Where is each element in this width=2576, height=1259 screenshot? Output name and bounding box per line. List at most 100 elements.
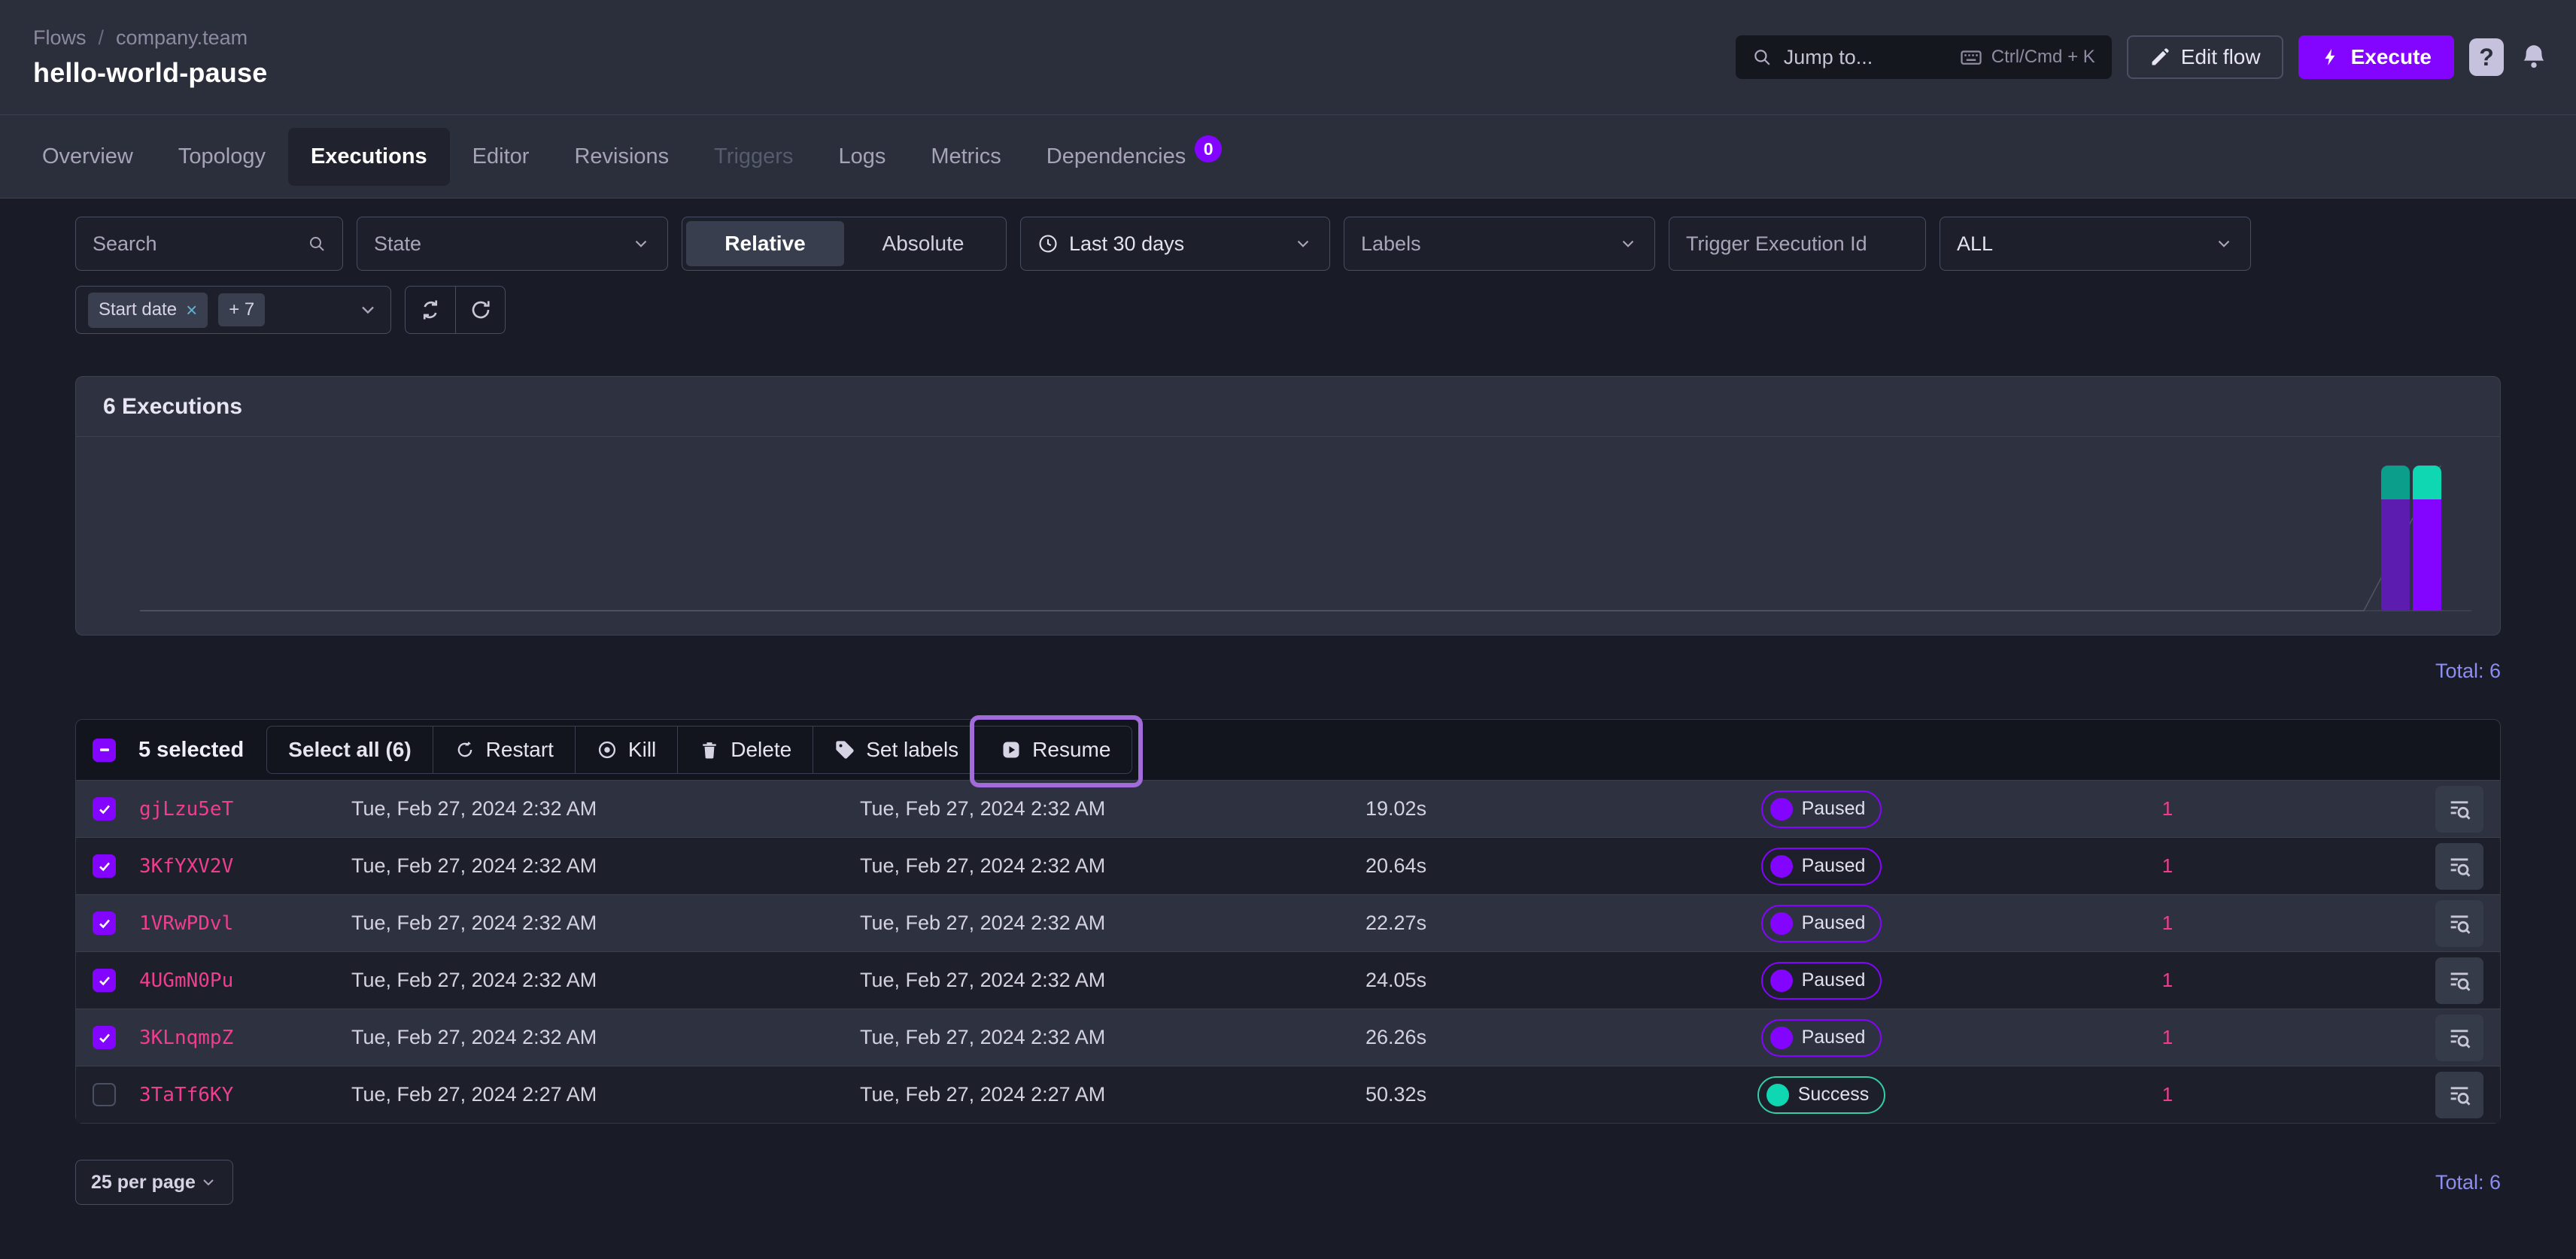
revision-cell[interactable]: 1 [1979,797,2356,821]
check-icon [97,916,112,931]
shortcut-text: Ctrl/Cmd + K [1991,47,2095,68]
execution-id-link[interactable]: 3KfYXV2V [139,855,351,878]
tab-badge: 0 [1195,135,1222,162]
edit-flow-label: Edit flow [2181,45,2261,69]
row-overview-button[interactable] [2435,786,2483,833]
executions-table: 5 selected Select all (6) Restart Kill D… [75,719,2501,1124]
tab-overview[interactable]: Overview [20,128,156,186]
labels-filter-dropdown[interactable]: Labels [1344,217,1655,271]
table-row[interactable]: 3KLnqmpZ Tue, Feb 27, 2024 2:32 AM Tue, … [76,1009,2500,1066]
select-all-button[interactable]: Select all (6) [267,727,432,773]
row-checkbox[interactable] [93,1026,116,1049]
list-search-icon [2447,1025,2472,1051]
notifications-bell-icon[interactable] [2519,42,2549,72]
end-date-cell: Tue, Feb 27, 2024 2:32 AM [860,1026,1365,1049]
execute-button[interactable]: Execute [2298,35,2454,79]
tab-revisions[interactable]: Revisions [551,128,691,186]
close-icon[interactable]: × [186,299,197,322]
revision-cell[interactable]: 1 [1979,1083,2356,1106]
execution-id-link[interactable]: 3TaTf6KY [139,1084,351,1106]
tab-executions[interactable]: Executions [288,128,450,186]
row-overview-button[interactable] [2435,957,2483,1004]
tab-topology[interactable]: Topology [156,128,288,186]
breadcrumb: Flows / company.team [33,26,267,50]
date-range-dropdown[interactable]: Last 30 days [1020,217,1330,271]
header-left: Flows / company.team hello-world-pause [33,26,267,89]
state-badge: Paused [1761,1019,1882,1057]
per-page-select[interactable]: 25 per page [75,1160,233,1205]
refresh-button[interactable] [455,287,505,333]
execution-id-link[interactable]: 3KLnqmpZ [139,1027,351,1049]
row-checkbox[interactable] [93,969,116,992]
kill-button[interactable]: Kill [575,727,677,773]
per-page-value: 25 per page [91,1172,196,1194]
visible-columns-dropdown[interactable]: Start date × + 7 [75,286,391,334]
tab-logs[interactable]: Logs [816,128,908,186]
execution-id-link[interactable]: 1VRwPDvl [139,912,351,935]
duration-cell: 26.26s [1365,1026,1663,1049]
auto-refresh-button[interactable] [406,287,455,333]
list-search-icon [2447,1082,2472,1108]
row-overview-button[interactable] [2435,1072,2483,1118]
row-checkbox[interactable] [93,854,116,878]
start-date-cell: Tue, Feb 27, 2024 2:32 AM [351,854,860,878]
breadcrumb-separator: / [99,26,105,50]
set-labels-button[interactable]: Set labels [813,727,980,773]
chevron-down-icon [1618,234,1638,253]
row-overview-button[interactable] [2435,1015,2483,1061]
table-row[interactable]: 3TaTf6KY Tue, Feb 27, 2024 2:27 AM Tue, … [76,1066,2500,1123]
table-row[interactable]: 1VRwPDvl Tue, Feb 27, 2024 2:32 AM Tue, … [76,894,2500,951]
table-row[interactable]: 3KfYXV2V Tue, Feb 27, 2024 2:32 AM Tue, … [76,837,2500,894]
top-header: Flows / company.team hello-world-pause J… [0,0,2576,114]
edit-flow-button[interactable]: Edit flow [2127,35,2283,79]
state-filter-dropdown[interactable]: State [357,217,668,271]
tab-editor[interactable]: Editor [450,128,552,186]
row-checkbox[interactable] [93,1083,116,1106]
search-input[interactable]: Search [75,217,343,271]
resume-button[interactable]: Resume [980,727,1132,773]
end-date-cell: Tue, Feb 27, 2024 2:32 AM [860,912,1365,935]
total-count-bottom: Total: 6 [2435,1171,2501,1194]
start-date-chip[interactable]: Start date × [88,293,208,328]
revision-cell[interactable]: 1 [1979,854,2356,878]
table-row[interactable]: 4UGmN0Pu Tue, Feb 27, 2024 2:32 AM Tue, … [76,951,2500,1009]
jump-to-search[interactable]: Jump to... Ctrl/Cmd + K [1736,35,2112,79]
revision-cell[interactable]: 1 [1979,969,2356,992]
refresh-button-group [405,286,506,334]
revision-cell[interactable]: 1 [1979,912,2356,935]
duration-cell: 50.32s [1365,1083,1663,1106]
tab-metrics[interactable]: Metrics [908,128,1023,186]
search-icon [308,235,326,253]
breadcrumb-flows[interactable]: Flows [33,26,87,50]
labels-filter-label: Labels [1361,232,1608,256]
scope-dropdown[interactable]: ALL [1940,217,2251,271]
restart-button[interactable]: Restart [433,727,575,773]
execution-id-link[interactable]: gjLzu5eT [139,798,351,821]
row-checkbox[interactable] [93,797,116,821]
execution-id-link[interactable]: 4UGmN0Pu [139,969,351,992]
tab-triggers[interactable]: Triggers [691,128,816,186]
end-date-cell: Tue, Feb 27, 2024 2:32 AM [860,854,1365,878]
breadcrumb-namespace[interactable]: company.team [116,26,248,50]
scope-value: ALL [1957,232,2204,256]
check-icon [97,802,112,817]
chevron-down-icon [2214,234,2234,253]
tab-dependencies[interactable]: Dependencies 0 [1024,126,1244,187]
row-checkbox[interactable] [93,912,116,935]
page-title: hello-world-pause [33,57,267,89]
help-button[interactable]: ? [2469,38,2504,76]
row-overview-button[interactable] [2435,900,2483,947]
list-search-icon [2447,968,2472,994]
table-row[interactable]: gjLzu5eT Tue, Feb 27, 2024 2:32 AM Tue, … [76,780,2500,837]
time-mode-absolute[interactable]: Absolute [844,221,1002,266]
more-filters-chip[interactable]: + 7 [218,293,265,326]
trigger-execution-id-input[interactable]: Trigger Execution Id [1669,217,1926,271]
delete-button[interactable]: Delete [677,727,813,773]
row-overview-button[interactable] [2435,843,2483,890]
start-date-cell: Tue, Feb 27, 2024 2:32 AM [351,912,860,935]
revision-cell[interactable]: 1 [1979,1026,2356,1049]
chart-panel-title: 6 Executions [103,394,242,420]
select-all-checkbox[interactable] [93,739,116,762]
more-filters-count: + 7 [229,299,254,320]
time-mode-relative[interactable]: Relative [686,221,844,266]
